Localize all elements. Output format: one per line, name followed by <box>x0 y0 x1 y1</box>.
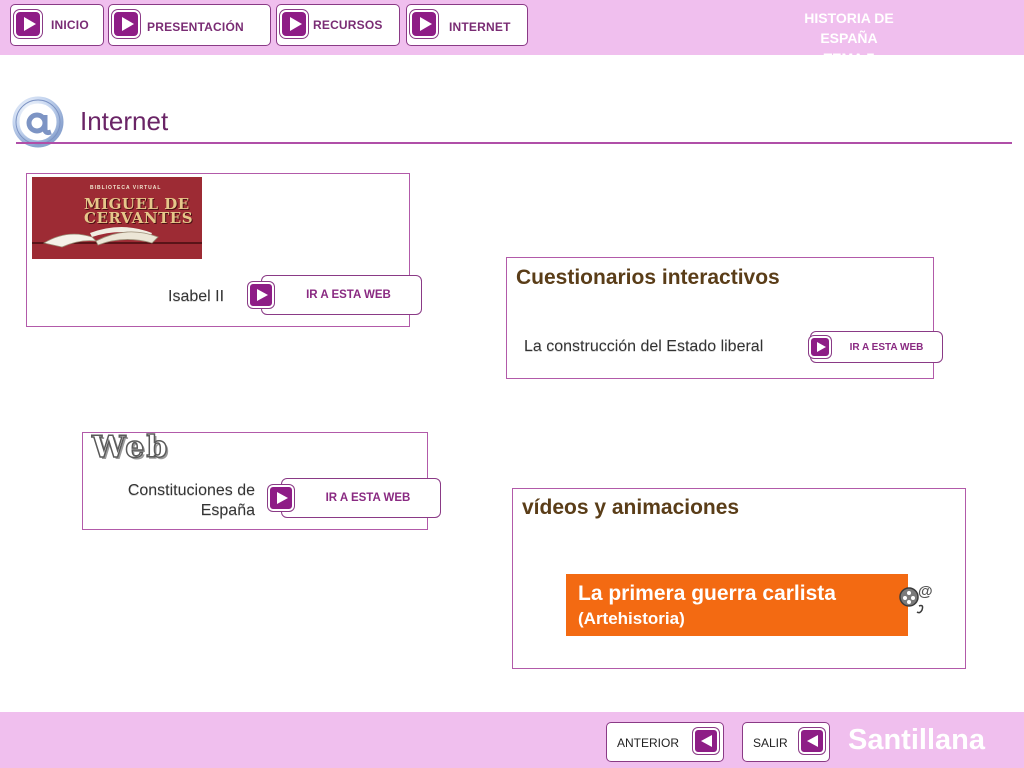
go-to-web-label: IR A ESTA WEB <box>849 342 924 353</box>
cervantes-library-logo[interactable]: BIBLIOTECA VIRTUAL MIGUEL DE CERVANTES <box>32 177 202 259</box>
play-arrow-icon <box>410 10 438 38</box>
go-to-web-button-constituciones[interactable]: IR A ESTA WEB <box>268 478 441 518</box>
back-arrow-icon <box>799 728 825 754</box>
link-text-constituciones: Constituciones de España <box>107 481 255 521</box>
back-arrow-icon <box>693 728 719 754</box>
play-arrow-icon <box>112 10 140 38</box>
title-divider <box>16 142 1012 144</box>
cervantes-logo-title: MIGUEL DE CERVANTES <box>84 197 194 227</box>
at-sign-icon <box>12 96 64 148</box>
nav-label-presentacion: PRESENTACIÓN <box>147 20 244 34</box>
video-link-title: La primera guerra carlista <box>578 582 836 605</box>
course-title: HISTORIA DE ESPAÑA TEMA 7 <box>774 8 924 68</box>
exit-button[interactable]: SALIR <box>742 722 830 762</box>
nav-button-internet[interactable]: INTERNET <box>406 4 528 46</box>
cervantes-logo-line2: CERVANTES <box>84 209 194 227</box>
cervantes-logo-subtitle: BIBLIOTECA VIRTUAL <box>90 185 162 191</box>
videos-box-title: vídeos y animaciones <box>522 496 740 519</box>
course-title-line2: TEMA 7 <box>823 50 875 66</box>
nav-label-inicio: INICIO <box>51 18 89 32</box>
go-to-web-label: IR A ESTA WEB <box>306 289 391 301</box>
film-reel-icon: @ <box>899 583 933 614</box>
nav-button-presentacion[interactable]: PRESENTACIÓN <box>108 4 271 46</box>
go-to-web-button-isabel-ii[interactable]: IR A ESTA WEB <box>248 275 422 315</box>
link-text-estado-liberal: La construcción del Estado liberal <box>524 338 764 355</box>
link-text-constituciones-line2: España <box>200 502 255 519</box>
previous-label: ANTERIOR <box>617 736 680 750</box>
nav-label-internet: INTERNET <box>449 20 511 34</box>
svg-text:@: @ <box>918 583 933 600</box>
course-title-line1: HISTORIA DE ESPAÑA <box>804 10 894 46</box>
link-text-constituciones-line1: Constituciones de <box>127 482 255 499</box>
previous-button[interactable]: ANTERIOR <box>606 722 724 762</box>
link-text-isabel-ii: Isabel II <box>168 288 225 305</box>
play-arrow-icon <box>280 10 308 38</box>
publisher-logo: Santillana <box>848 724 985 756</box>
go-to-web-label: IR A ESTA WEB <box>325 492 411 504</box>
nav-label-recursos: RECURSOS <box>313 18 383 32</box>
page-title: Internet <box>80 106 169 136</box>
nav-button-recursos[interactable]: RECURSOS <box>276 4 400 46</box>
exit-label: SALIR <box>753 736 788 750</box>
video-link-primera-guerra-carlista[interactable]: La primera guerra carlista (Artehistoria… <box>566 574 908 636</box>
nav-button-inicio[interactable]: INICIO <box>10 4 104 46</box>
video-link-source: (Artehistoria) <box>578 609 685 628</box>
web-logo: Web <box>91 429 170 466</box>
play-arrow-icon <box>14 10 42 38</box>
go-to-web-button-estado-liberal[interactable]: IR A ESTA WEB <box>809 331 943 363</box>
quiz-box-title: Cuestionarios interactivos <box>516 266 780 289</box>
